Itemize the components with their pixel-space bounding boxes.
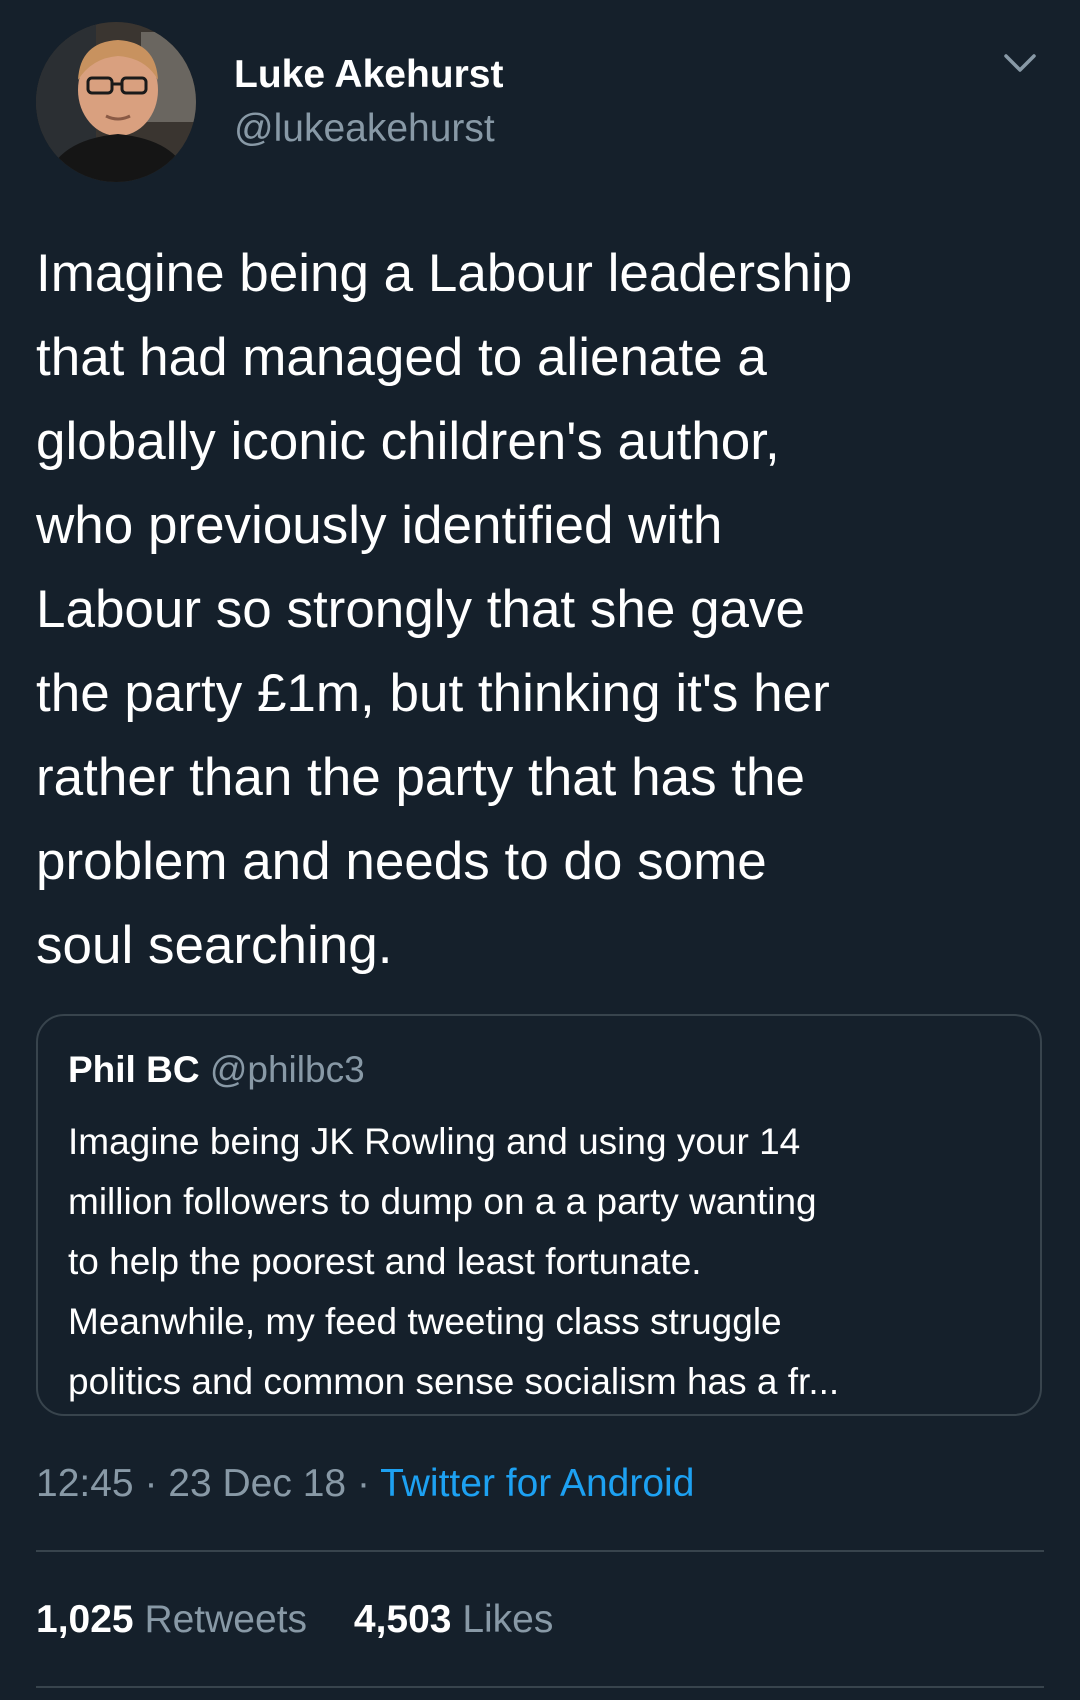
likes-count: 4,503 — [353, 1598, 452, 1641]
author-info: Luke Akehurst @lukeakehurst — [234, 52, 503, 152]
quoted-tweet[interactable]: Phil BC @philbc3 Imagine being JK Rowlin… — [36, 1014, 1042, 1416]
tweet-time: 12:45 — [36, 1462, 134, 1505]
likes-label: Likes — [462, 1598, 554, 1641]
quoted-author-name: Phil BC — [68, 1049, 200, 1090]
tweet-meta: 12:45 · 23 Dec 18 · Twitter for Android — [36, 1458, 694, 1510]
meta-separator: · — [356, 1462, 370, 1505]
retweets-stat[interactable]: 1,025 Retweets — [36, 1594, 307, 1646]
author-handle[interactable]: @lukeakehurst — [234, 106, 503, 152]
meta-separator: · — [144, 1462, 158, 1505]
likes-stat[interactable]: 4,503 Likes — [354, 1594, 554, 1646]
quoted-tweet-text: Imagine being JK Rowling and using your … — [68, 1121, 840, 1402]
chevron-down-icon[interactable] — [1000, 48, 1040, 78]
divider — [36, 1686, 1044, 1688]
quoted-author-handle: @philbc3 — [209, 1049, 365, 1090]
retweets-count: 1,025 — [36, 1598, 134, 1641]
tweet-stats: 1,025 Retweets 4,503 Likes — [36, 1594, 589, 1646]
retweets-label: Retweets — [144, 1598, 308, 1641]
tweet-text: Imagine being a Labour leadership that h… — [36, 244, 853, 975]
profile-photo — [36, 22, 196, 182]
quoted-tweet-header: Phil BC @philbc3 — [68, 1046, 365, 1094]
tweet-header: Luke Akehurst @lukeakehurst — [36, 22, 1044, 182]
author-display-name[interactable]: Luke Akehurst — [234, 52, 503, 98]
tweet-source-link[interactable]: Twitter for Android — [380, 1462, 694, 1505]
divider — [36, 1550, 1044, 1552]
avatar[interactable] — [36, 22, 196, 182]
tweet-date: 23 Dec 18 — [168, 1462, 347, 1505]
